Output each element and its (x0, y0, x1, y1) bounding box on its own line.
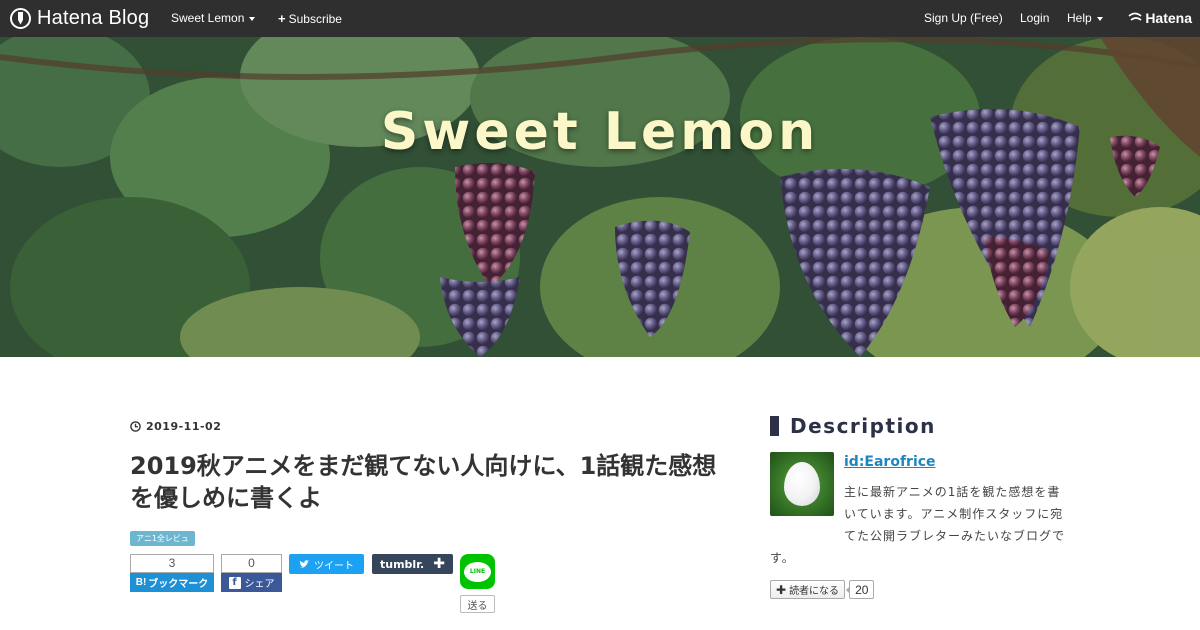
line-icon: LINE (464, 561, 491, 582)
social-buttons: 3 B! ブックマーク 0 f シェア ツイート tumblr. ✚ LINE … (130, 554, 730, 616)
heading-accent-bar (770, 416, 779, 436)
entry-title[interactable]: 2019秋アニメをまだ観てない人向けに、1話観た感想を優しめに書くよ (130, 450, 730, 514)
sidebar-module-heading: Description (770, 414, 1070, 438)
hatena-bookmark-button[interactable]: B! ブックマーク (130, 573, 214, 592)
sidebar-heading-text: Description (790, 414, 936, 438)
plus-icon: ✚ (776, 582, 787, 597)
blog-menu-dropdown[interactable]: Sweet Lemon (171, 11, 256, 25)
tweet-button[interactable]: ツイート (289, 554, 364, 574)
entry-date-text: 2019-11-02 (146, 420, 222, 433)
facebook-share-button[interactable]: f シェア (221, 573, 282, 592)
entry-date[interactable]: 2019-11-02 (130, 420, 730, 433)
subscribe-link[interactable]: + Subscribe (278, 11, 342, 26)
plus-icon: + (278, 11, 286, 26)
plus-icon: ✚ (433, 556, 445, 572)
profile-description-line: 主に最新アニメの1話を観た感想を書 (844, 485, 1061, 499)
tweet-label: ツイート (314, 560, 354, 572)
bookmark-count: 3 (130, 554, 214, 573)
login-label: Login (1020, 11, 1050, 25)
profile-id-link[interactable]: id:Earofrice (844, 454, 936, 470)
hatena-logo-text: Hatena (1145, 10, 1192, 26)
blog-menu-label: Sweet Lemon (171, 11, 245, 25)
hatena-blog-pen-icon (10, 8, 31, 29)
help-dropdown[interactable]: Help (1067, 11, 1103, 25)
login-link[interactable]: Login (1020, 11, 1049, 25)
bookmark-label: ブックマーク (148, 579, 209, 590)
profile-description-line: いています。アニメ制作スタッフに宛 (844, 507, 1064, 521)
subscribe-button[interactable]: ✚ 読者になる (770, 580, 846, 599)
entry-category-tag[interactable]: アニ1全レビュ (130, 531, 195, 546)
profile-description: 主に最新アニメの1話を観た感想を書 いています。アニメ制作スタッフに宛 てた公開… (770, 481, 1070, 569)
line-share-button[interactable]: LINE (460, 554, 495, 589)
hatena-logo[interactable]: Hatena (1128, 10, 1192, 26)
signup-label: Sign Up (Free) (924, 11, 1003, 25)
blog-title[interactable]: Sweet Lemon (0, 102, 1200, 162)
signup-link[interactable]: Sign Up (Free) (924, 11, 1003, 25)
help-label: Help (1067, 11, 1092, 25)
clock-icon (130, 421, 141, 432)
hatena-b-icon: B! (135, 577, 147, 588)
profile-description-line: てた公開ラブレターみたいなブログで (844, 529, 1066, 543)
subscribe-label: Subscribe (288, 11, 342, 26)
grape-vine-photo (0, 37, 1200, 357)
subscribe-widget: ✚ 読者になる 20 (770, 580, 875, 599)
blog-header-banner[interactable]: Sweet Lemon (0, 37, 1200, 357)
hatena-bookmark-widget[interactable]: 3 B! ブックマーク (130, 554, 214, 592)
facebook-icon: f (228, 576, 241, 589)
tumblr-wordmark: tumblr. (380, 557, 425, 571)
hatena-blog-logo[interactable]: Hatena Blog (10, 7, 149, 30)
hatena-blog-brand-text: Hatena Blog (37, 7, 150, 29)
subscribe-button-label: 読者になる (789, 586, 840, 597)
sidebar: Description id:Earofrice 主に最新アニメの1話を観た感想… (770, 414, 1070, 599)
global-header: Hatena Blog Sweet Lemon + Subscribe Sign… (0, 0, 1200, 37)
facebook-share-label: シェア (244, 579, 275, 590)
chevron-down-icon (249, 16, 256, 21)
hatena-swoosh-icon (1128, 12, 1142, 21)
entry: 2019-11-02 2019秋アニメをまだ観てない人向けに、1話観た感想を優し… (130, 420, 730, 616)
facebook-share-widget[interactable]: 0 f シェア (221, 554, 282, 592)
twitter-bird-icon (299, 559, 310, 568)
tumblr-share-button[interactable]: tumblr. ✚ (372, 554, 453, 574)
subscriber-count: 20 (846, 580, 875, 599)
facebook-count: 0 (221, 554, 282, 573)
chevron-down-icon (1096, 16, 1103, 21)
profile-module: id:Earofrice 主に最新アニメの1話を観た感想を書 いています。アニメ… (770, 452, 1070, 572)
profile-description-line: す。 (770, 551, 795, 565)
line-send-button[interactable]: 送る (460, 595, 495, 613)
